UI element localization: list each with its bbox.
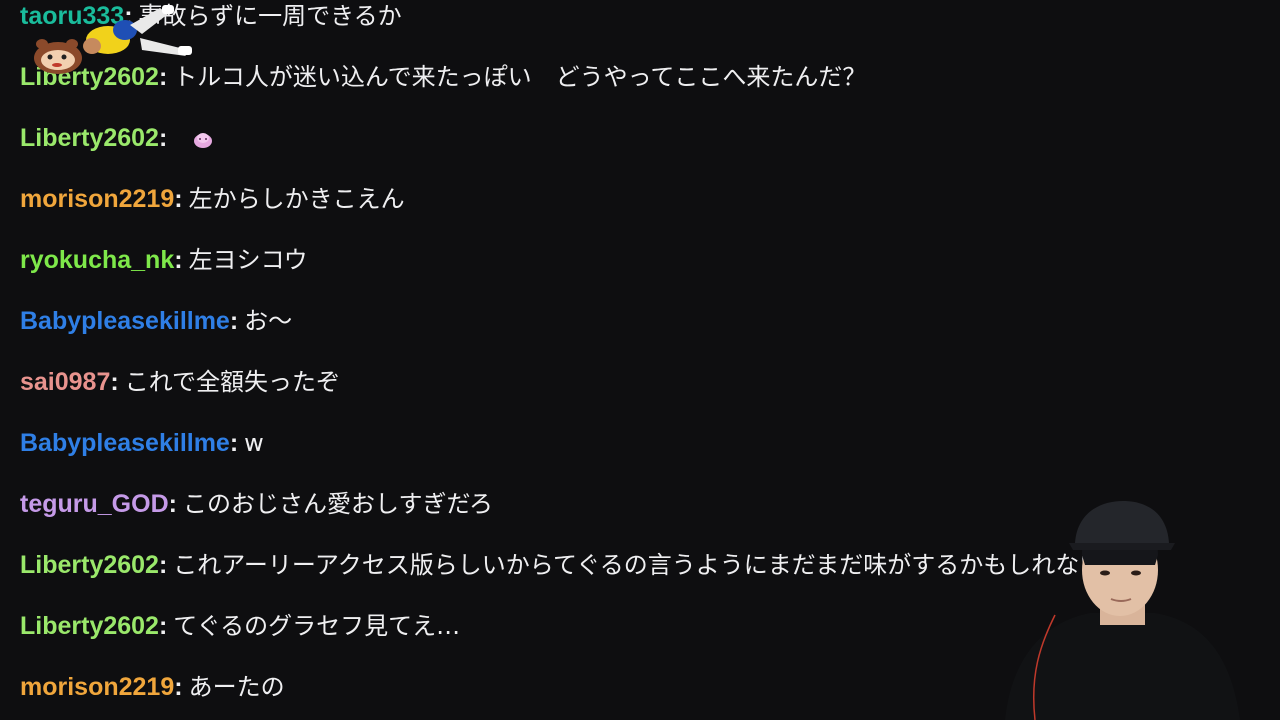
chat-username[interactable]: Liberty2602: [20, 124, 159, 152]
chat-separator: :: [158, 551, 168, 579]
chat-username[interactable]: taoru333: [20, 2, 124, 30]
chat-separator: :: [174, 246, 183, 274]
chat-message: sai0987: これで全額失ったぞ: [20, 364, 340, 400]
chat-message: Liberty2602: トルコ人が迷い込んで来たっぽい どうやってここへ来たんだ…: [20, 59, 866, 95]
chat-separator: :: [158, 612, 168, 640]
chat-separator: :: [174, 185, 183, 213]
chat-username[interactable]: sai0987: [20, 368, 110, 396]
chat-text: w: [244, 429, 264, 457]
chat-separator: :: [174, 673, 183, 701]
chat-username[interactable]: Liberty2602: [20, 551, 159, 579]
chat-separator: :: [168, 490, 177, 518]
chat-username[interactable]: morison2219: [20, 673, 174, 701]
chat-username[interactable]: Babypleasekillme: [20, 307, 230, 335]
chat-text: てぐるのグラセフ見てえ…: [173, 612, 461, 640]
chat-username[interactable]: Liberty2602: [20, 612, 159, 640]
chat-text: このおじさん愛おしすぎだろ: [182, 490, 494, 518]
chat-separator: :: [158, 63, 168, 91]
chat-text: これで全額失ったぞ: [124, 368, 340, 396]
chat-text: 左からしかきこえん: [188, 185, 405, 213]
chat-message: Babypleasekillme: w: [20, 425, 264, 461]
chat-username[interactable]: Babypleasekillme: [20, 429, 230, 457]
chat-separator: :: [124, 2, 133, 30]
chat-message: teguru_GOD: このおじさん愛おしすぎだろ: [20, 486, 493, 522]
chat-message: Babypleasekillme: お～: [20, 303, 292, 339]
chat-text: 左ヨシコウ: [188, 246, 308, 274]
chat-message: Liberty2602:: [20, 120, 215, 156]
streamer-webcam-icon: [1005, 501, 1240, 720]
chat-text: これアーリーアクセス版らしいからてぐるの言うようにまだまだ味がするかもしれない: [173, 551, 1104, 579]
chat-text: お～: [244, 307, 293, 335]
chat-separator: :: [110, 368, 119, 396]
chat-separator: :: [158, 124, 168, 152]
pink-blob-emote-icon: [194, 133, 213, 148]
chat-username[interactable]: ryokucha_nk: [20, 246, 174, 274]
chat-username[interactable]: morison2219: [20, 185, 174, 213]
chat-message: Liberty2602: てぐるのグラセフ見てえ…: [20, 608, 460, 644]
chat-separator: :: [229, 307, 239, 335]
chat-message: ryokucha_nk: 左ヨシコウ: [20, 242, 308, 278]
chat-message: morison2219: 左からしかきこえん: [20, 181, 405, 217]
chat-username[interactable]: teguru_GOD: [20, 490, 169, 518]
chat-message: morison2219: あーたの: [20, 669, 285, 705]
chat-message: Liberty2602: これアーリーアクセス版らしいからてぐるの言うようにまだま…: [20, 547, 1103, 583]
chat-separator: :: [229, 429, 239, 457]
chat-text: トルコ人が迷い込んで来たっぽい どうやってここへ来たんだ？: [173, 63, 867, 91]
chat-text: 事故らずに一周できるか: [138, 2, 402, 30]
chat-message: taoru333: 事故らずに一周できるか: [20, 0, 402, 34]
chat-text: あーたの: [188, 673, 285, 701]
chat-username[interactable]: Liberty2602: [20, 63, 159, 91]
